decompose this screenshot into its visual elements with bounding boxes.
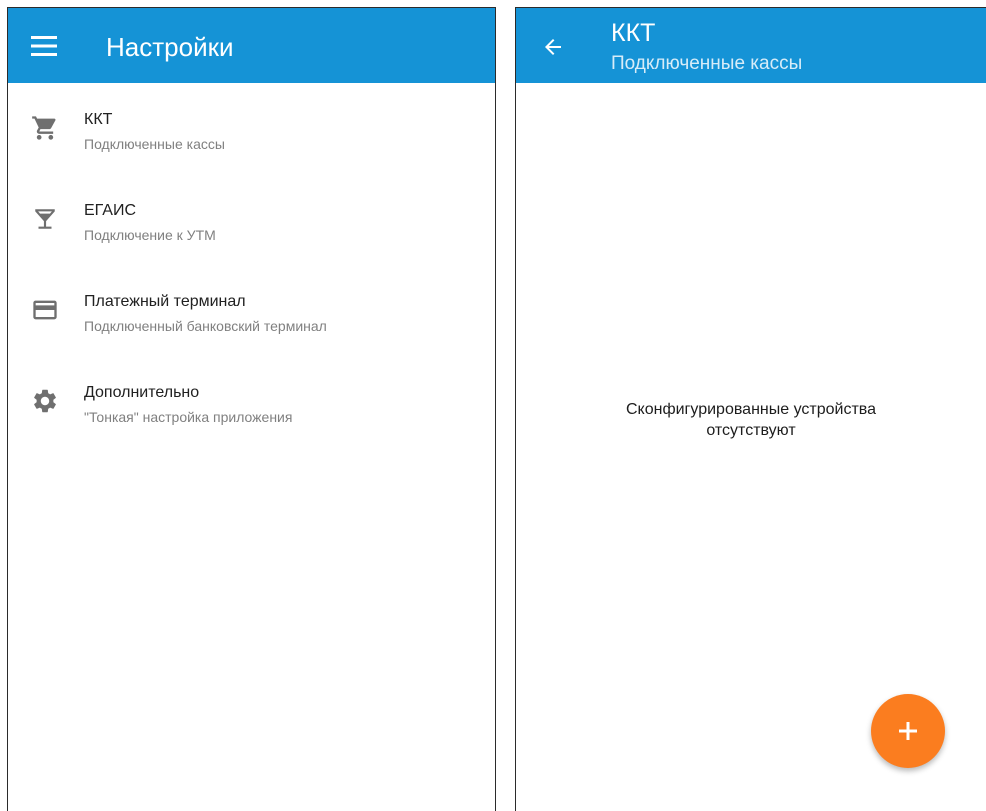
settings-app-bar: Настройки: [8, 8, 495, 83]
settings-item-title: Дополнительно: [84, 384, 200, 401]
kkt-screen: ККТ Подключенные кассы Сконфигурированны…: [515, 7, 986, 811]
gear-icon: [30, 386, 60, 416]
menu-icon: [31, 36, 57, 56]
menu-button[interactable]: [26, 28, 62, 64]
settings-item-subtitle: "Тонкая" настройка приложения: [84, 409, 293, 425]
page-title: ККТ: [611, 19, 656, 47]
page-title: Настройки: [106, 32, 234, 62]
settings-screen: Настройки ККТ Подключенные кассы ЕГАИС П…: [7, 7, 496, 811]
settings-item-subtitle: Подключение к УТМ: [84, 227, 216, 243]
settings-item-payment-terminal[interactable]: Платежный терминал Подключенный банковск…: [8, 265, 495, 356]
cart-icon: [30, 113, 60, 143]
kkt-app-bar: ККТ Подключенные кассы: [516, 8, 986, 83]
add-device-button[interactable]: [871, 694, 945, 768]
empty-state-line: отсутствуют: [706, 422, 796, 439]
page-subtitle: Подключенные кассы: [611, 53, 803, 74]
settings-item-subtitle: Подключенные кассы: [84, 136, 225, 152]
settings-item-title: Платежный терминал: [84, 293, 246, 310]
settings-item-title: ККТ: [84, 111, 113, 128]
cocktail-icon: [30, 204, 60, 234]
back-button[interactable]: [536, 30, 570, 64]
credit-card-icon: [30, 295, 60, 325]
settings-item-egais[interactable]: ЕГАИС Подключение к УТМ: [8, 174, 495, 265]
settings-item-title: ЕГАИС: [84, 202, 136, 219]
empty-state-message: Сконфигурированные устройства отсутствую…: [516, 399, 986, 441]
settings-item-advanced[interactable]: Дополнительно "Тонкая" настройка приложе…: [8, 356, 495, 447]
settings-item-kkt[interactable]: ККТ Подключенные кассы: [8, 83, 495, 174]
empty-state-line: Сконфигурированные устройства: [625, 401, 877, 418]
settings-item-subtitle: Подключенный банковский терминал: [84, 318, 327, 334]
plus-icon: [899, 722, 917, 740]
arrow-left-icon: [545, 39, 561, 55]
settings-list: ККТ Подключенные кассы ЕГАИС Подключение…: [8, 83, 495, 447]
